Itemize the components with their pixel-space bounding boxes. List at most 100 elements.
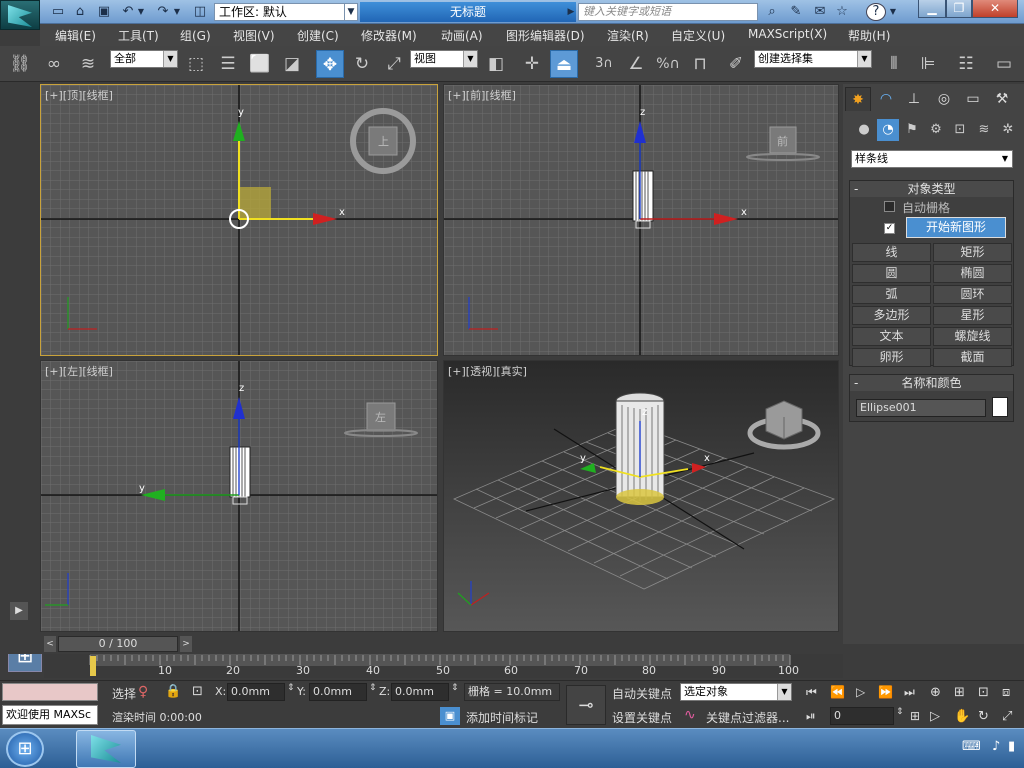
redo-dropdown-icon[interactable]: ▼	[172, 3, 182, 21]
shape-section-button[interactable]: 截面	[933, 348, 1012, 367]
isolate-selection-icon[interactable]: ♀	[138, 684, 148, 700]
key-search-icon[interactable]: ✎	[786, 3, 806, 21]
menu-edit[interactable]: 编辑(E)	[55, 27, 96, 44]
scale-icon[interactable]: ⤢	[380, 50, 408, 78]
mirror-icon[interactable]: ⫴	[880, 50, 908, 78]
expand-search-icon[interactable]: ▶	[565, 3, 577, 21]
shape-text-button[interactable]: 文本	[852, 327, 931, 346]
tab-modify[interactable]: ◠	[873, 87, 899, 111]
app-logo[interactable]	[0, 0, 40, 30]
y-spinner-icon[interactable]: ⇕	[369, 683, 377, 693]
next-frame-icon[interactable]: >	[180, 636, 192, 652]
spinner-snap-icon[interactable]: ⊓	[686, 50, 714, 78]
zoom-extents-all-icon[interactable]: ⧈	[1002, 685, 1010, 700]
viewport-perspective[interactable]: [+][透视][真实] x y z	[443, 360, 839, 632]
menu-group[interactable]: 组(G)	[180, 27, 211, 44]
viewport-label[interactable]: [+][左][线框]	[45, 363, 113, 379]
orbit-icon[interactable]: ↻	[978, 709, 989, 724]
category-dropdown[interactable]: 样条线 ▼	[851, 150, 1013, 168]
reference-coordinate-dropdown[interactable]: 视图 ▼	[410, 50, 478, 68]
keyboard-tray-icon[interactable]: ⌨	[962, 739, 981, 754]
object-color-swatch[interactable]	[992, 397, 1008, 417]
help-dropdown-icon[interactable]: ▼	[888, 3, 898, 21]
communication-icon[interactable]: ✉	[810, 3, 830, 21]
selection-lock-icon[interactable]: 🔒	[165, 684, 181, 699]
object-name-input[interactable]: Ellipse001	[856, 399, 986, 417]
z-coordinate-input[interactable]: 0.0mm	[391, 683, 449, 701]
next-key-icon[interactable]: ⏩	[878, 685, 893, 699]
project-folder-icon[interactable]: ◫	[190, 3, 210, 21]
set-key-button[interactable]: 设置关键点	[612, 709, 672, 726]
pivot-center-icon[interactable]: ◧	[482, 50, 510, 78]
tab-display[interactable]: ▭	[960, 87, 986, 111]
viewcube-face[interactable]: 左	[375, 409, 386, 425]
percent-snap-icon[interactable]: %∩	[654, 50, 682, 78]
maxscript-listener[interactable]: 欢迎使用 MAXSc	[2, 705, 98, 725]
tab-create[interactable]: ✸	[845, 87, 871, 111]
rollout-title[interactable]: - 名称和颜色	[850, 375, 1013, 391]
prev-frame-icon[interactable]: <	[44, 636, 56, 652]
menu-tools[interactable]: 工具(T)	[118, 27, 159, 44]
menu-create[interactable]: 创建(C)	[297, 27, 339, 44]
viewcube-face[interactable]: 前	[777, 133, 788, 149]
close-button[interactable]: ✕	[972, 0, 1018, 18]
search-input[interactable]: 键入关键字或短语	[578, 3, 758, 21]
unlink-icon[interactable]: ∞	[40, 50, 68, 78]
named-selection-dropdown[interactable]: 创建选择集 ▼	[754, 50, 872, 68]
undo-icon[interactable]: ↶	[118, 3, 138, 21]
time-config-icon[interactable]: ⊞	[910, 709, 920, 723]
snaps-toggle-icon[interactable]: 3∩	[590, 50, 618, 78]
menu-animation[interactable]: 动画(A)	[441, 27, 483, 44]
maxscript-mini-listener-top[interactable]	[2, 683, 98, 701]
favorites-star-icon[interactable]: ☆	[832, 3, 852, 21]
shape-ellipse-button[interactable]: 椭圆	[933, 264, 1012, 283]
cameras-icon[interactable]: ⚙	[925, 119, 947, 141]
bind-spacewarp-icon[interactable]: ≋	[74, 50, 102, 78]
link-icon[interactable]: ⛓	[6, 50, 34, 78]
lights-icon[interactable]: ⚑	[901, 119, 923, 141]
shape-star-button[interactable]: 星形	[933, 306, 1012, 325]
start-new-shape-checkbox[interactable]: ✓	[884, 223, 895, 234]
absolute-transform-icon[interactable]: ⊡	[192, 684, 203, 699]
menu-views[interactable]: 视图(V)	[233, 27, 275, 44]
goto-start-icon[interactable]: ⏮	[806, 685, 817, 700]
align-icon[interactable]: ⊫	[914, 50, 942, 78]
zoom-icon[interactable]: ⊕	[930, 685, 941, 700]
auto-key-button[interactable]: 自动关键点	[612, 685, 672, 702]
helpers-icon[interactable]: ⊡	[949, 119, 971, 141]
time-slider[interactable]: 0 / 100	[58, 636, 178, 652]
viewport-label[interactable]: [+][前][线框]	[448, 87, 516, 103]
window-crossing-icon[interactable]: ◪	[278, 50, 306, 78]
zoom-all-icon[interactable]: ⊞	[954, 685, 965, 700]
keyboard-shortcut-override-icon[interactable]: ⏏	[550, 50, 578, 78]
menu-graph-editors[interactable]: 图形编辑器(D)	[506, 27, 585, 44]
shape-circle-button[interactable]: 圆	[852, 264, 931, 283]
pan-icon[interactable]: ✋	[954, 709, 970, 724]
rotate-icon[interactable]: ↻	[348, 50, 376, 78]
volume-tray-icon[interactable]: ♪	[992, 739, 1000, 754]
start-button[interactable]: ⊞	[6, 731, 44, 767]
help-icon[interactable]: ?	[866, 3, 886, 21]
shape-rectangle-button[interactable]: 矩形	[933, 243, 1012, 262]
x-spinner-icon[interactable]: ⇕	[287, 683, 295, 693]
tab-utilities[interactable]: ⚒	[989, 87, 1015, 111]
current-frame-input[interactable]: 0	[830, 707, 894, 725]
taskbar-app-3dsmax[interactable]	[76, 730, 136, 768]
viewport-label[interactable]: [+][顶][线框]	[45, 87, 113, 103]
time-tag-icon[interactable]: ▣	[440, 707, 460, 725]
workspace-menu-icon[interactable]: ▼	[344, 3, 358, 21]
set-key-icon[interactable]: ⊸	[566, 685, 606, 725]
start-new-shape-button[interactable]: 开始新图形	[906, 217, 1006, 238]
expand-tabs-icon[interactable]: ▶	[10, 602, 28, 620]
edit-named-selection-icon[interactable]: ✐	[722, 50, 750, 78]
move-icon[interactable]: ✥	[316, 50, 344, 78]
network-tray-icon[interactable]: ▮	[1008, 739, 1015, 754]
menu-modifiers[interactable]: 修改器(M)	[361, 27, 417, 44]
layer-manager-icon[interactable]: ☷	[952, 50, 980, 78]
shape-donut-button[interactable]: 圆环	[933, 285, 1012, 304]
viewport-label[interactable]: [+][透视][真实]	[448, 363, 527, 379]
shape-arc-button[interactable]: 弧	[852, 285, 931, 304]
shape-line-button[interactable]: 线	[852, 243, 931, 262]
field-of-view-icon[interactable]: ▷	[930, 709, 940, 724]
select-object-icon[interactable]: ⬚	[182, 50, 210, 78]
